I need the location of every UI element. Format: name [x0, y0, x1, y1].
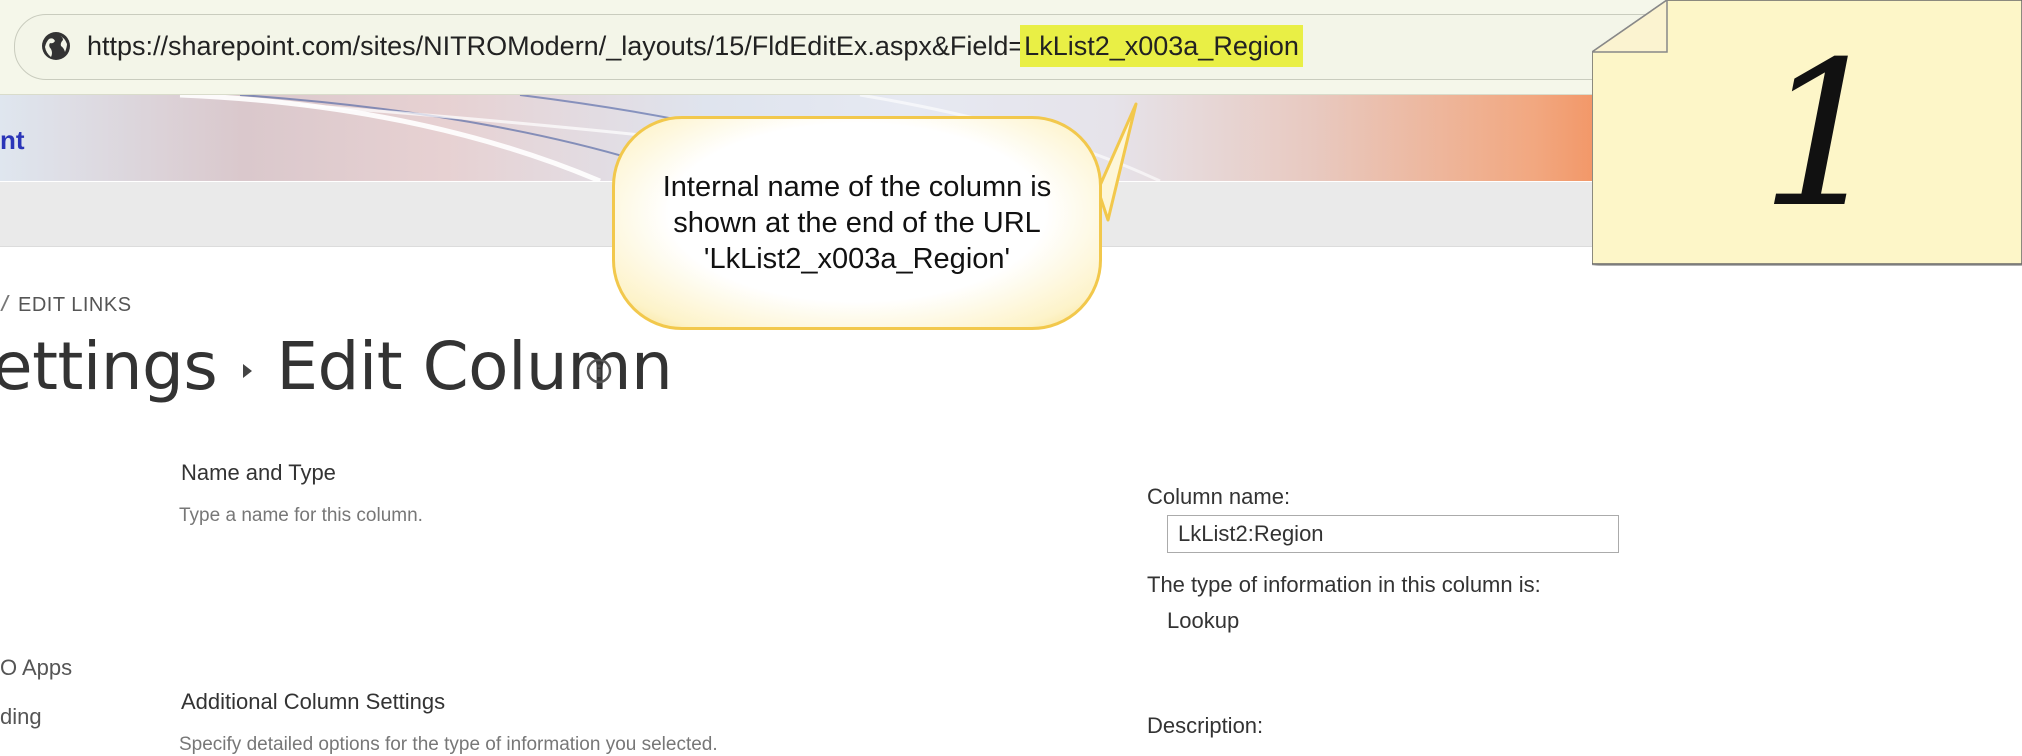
callout-text: Internal name of the column is shown at … — [662, 171, 1052, 275]
step-number: 1 — [1760, 19, 1888, 252]
callout-bubble: Internal name of the column is shown at … — [612, 116, 1102, 330]
